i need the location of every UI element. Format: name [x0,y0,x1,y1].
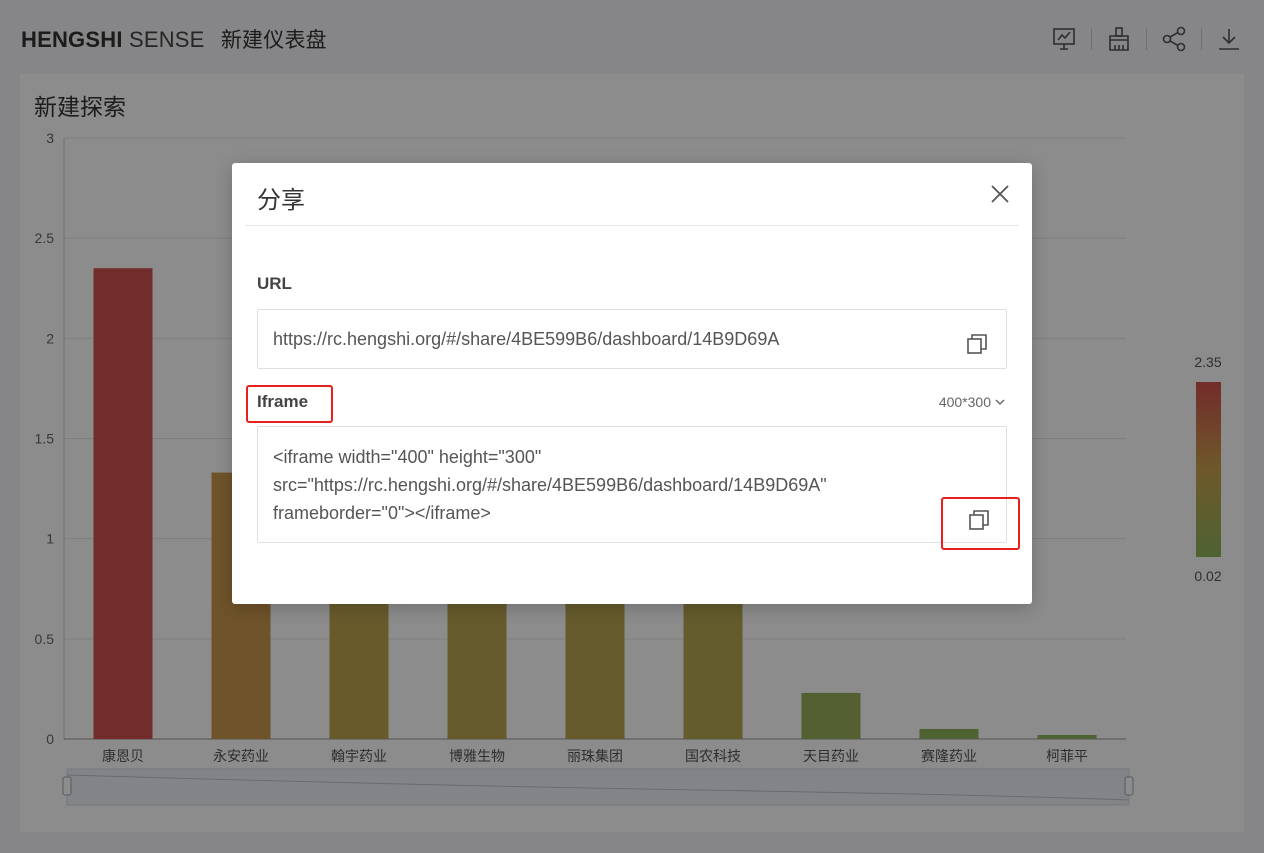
highlight-iframe-label [246,385,333,423]
iframe-code-field[interactable]: <iframe width="400" height="300" src="ht… [257,426,1007,543]
close-icon [991,185,1009,203]
copy-url-button[interactable] [965,332,989,356]
copy-icon [967,334,987,354]
close-button[interactable] [988,182,1012,206]
app-root: HENGSHI SENSE 新建仪表盘 新建探索 0 0.5 1 1.5 2 2… [0,0,1264,853]
url-field[interactable]: https://rc.hengshi.org/#/share/4BE599B6/… [257,309,1007,369]
highlight-copy-button [941,497,1020,550]
chevron-down-icon [995,399,1005,405]
dialog-title: 分享 [257,186,305,214]
iframe-size-select[interactable]: 400*300 [939,394,1006,410]
iframe-size-value: 400*300 [938,394,991,410]
iframe-code: <iframe width="400" height="300" src="ht… [273,447,827,523]
url-value: https://rc.hengshi.org/#/share/4BE599B6/… [273,329,780,349]
url-label: URL [257,274,292,293]
dialog-divider [245,225,1019,226]
share-dialog: 分享 URL https://rc.hengshi.org/#/share/4B… [232,163,1032,604]
